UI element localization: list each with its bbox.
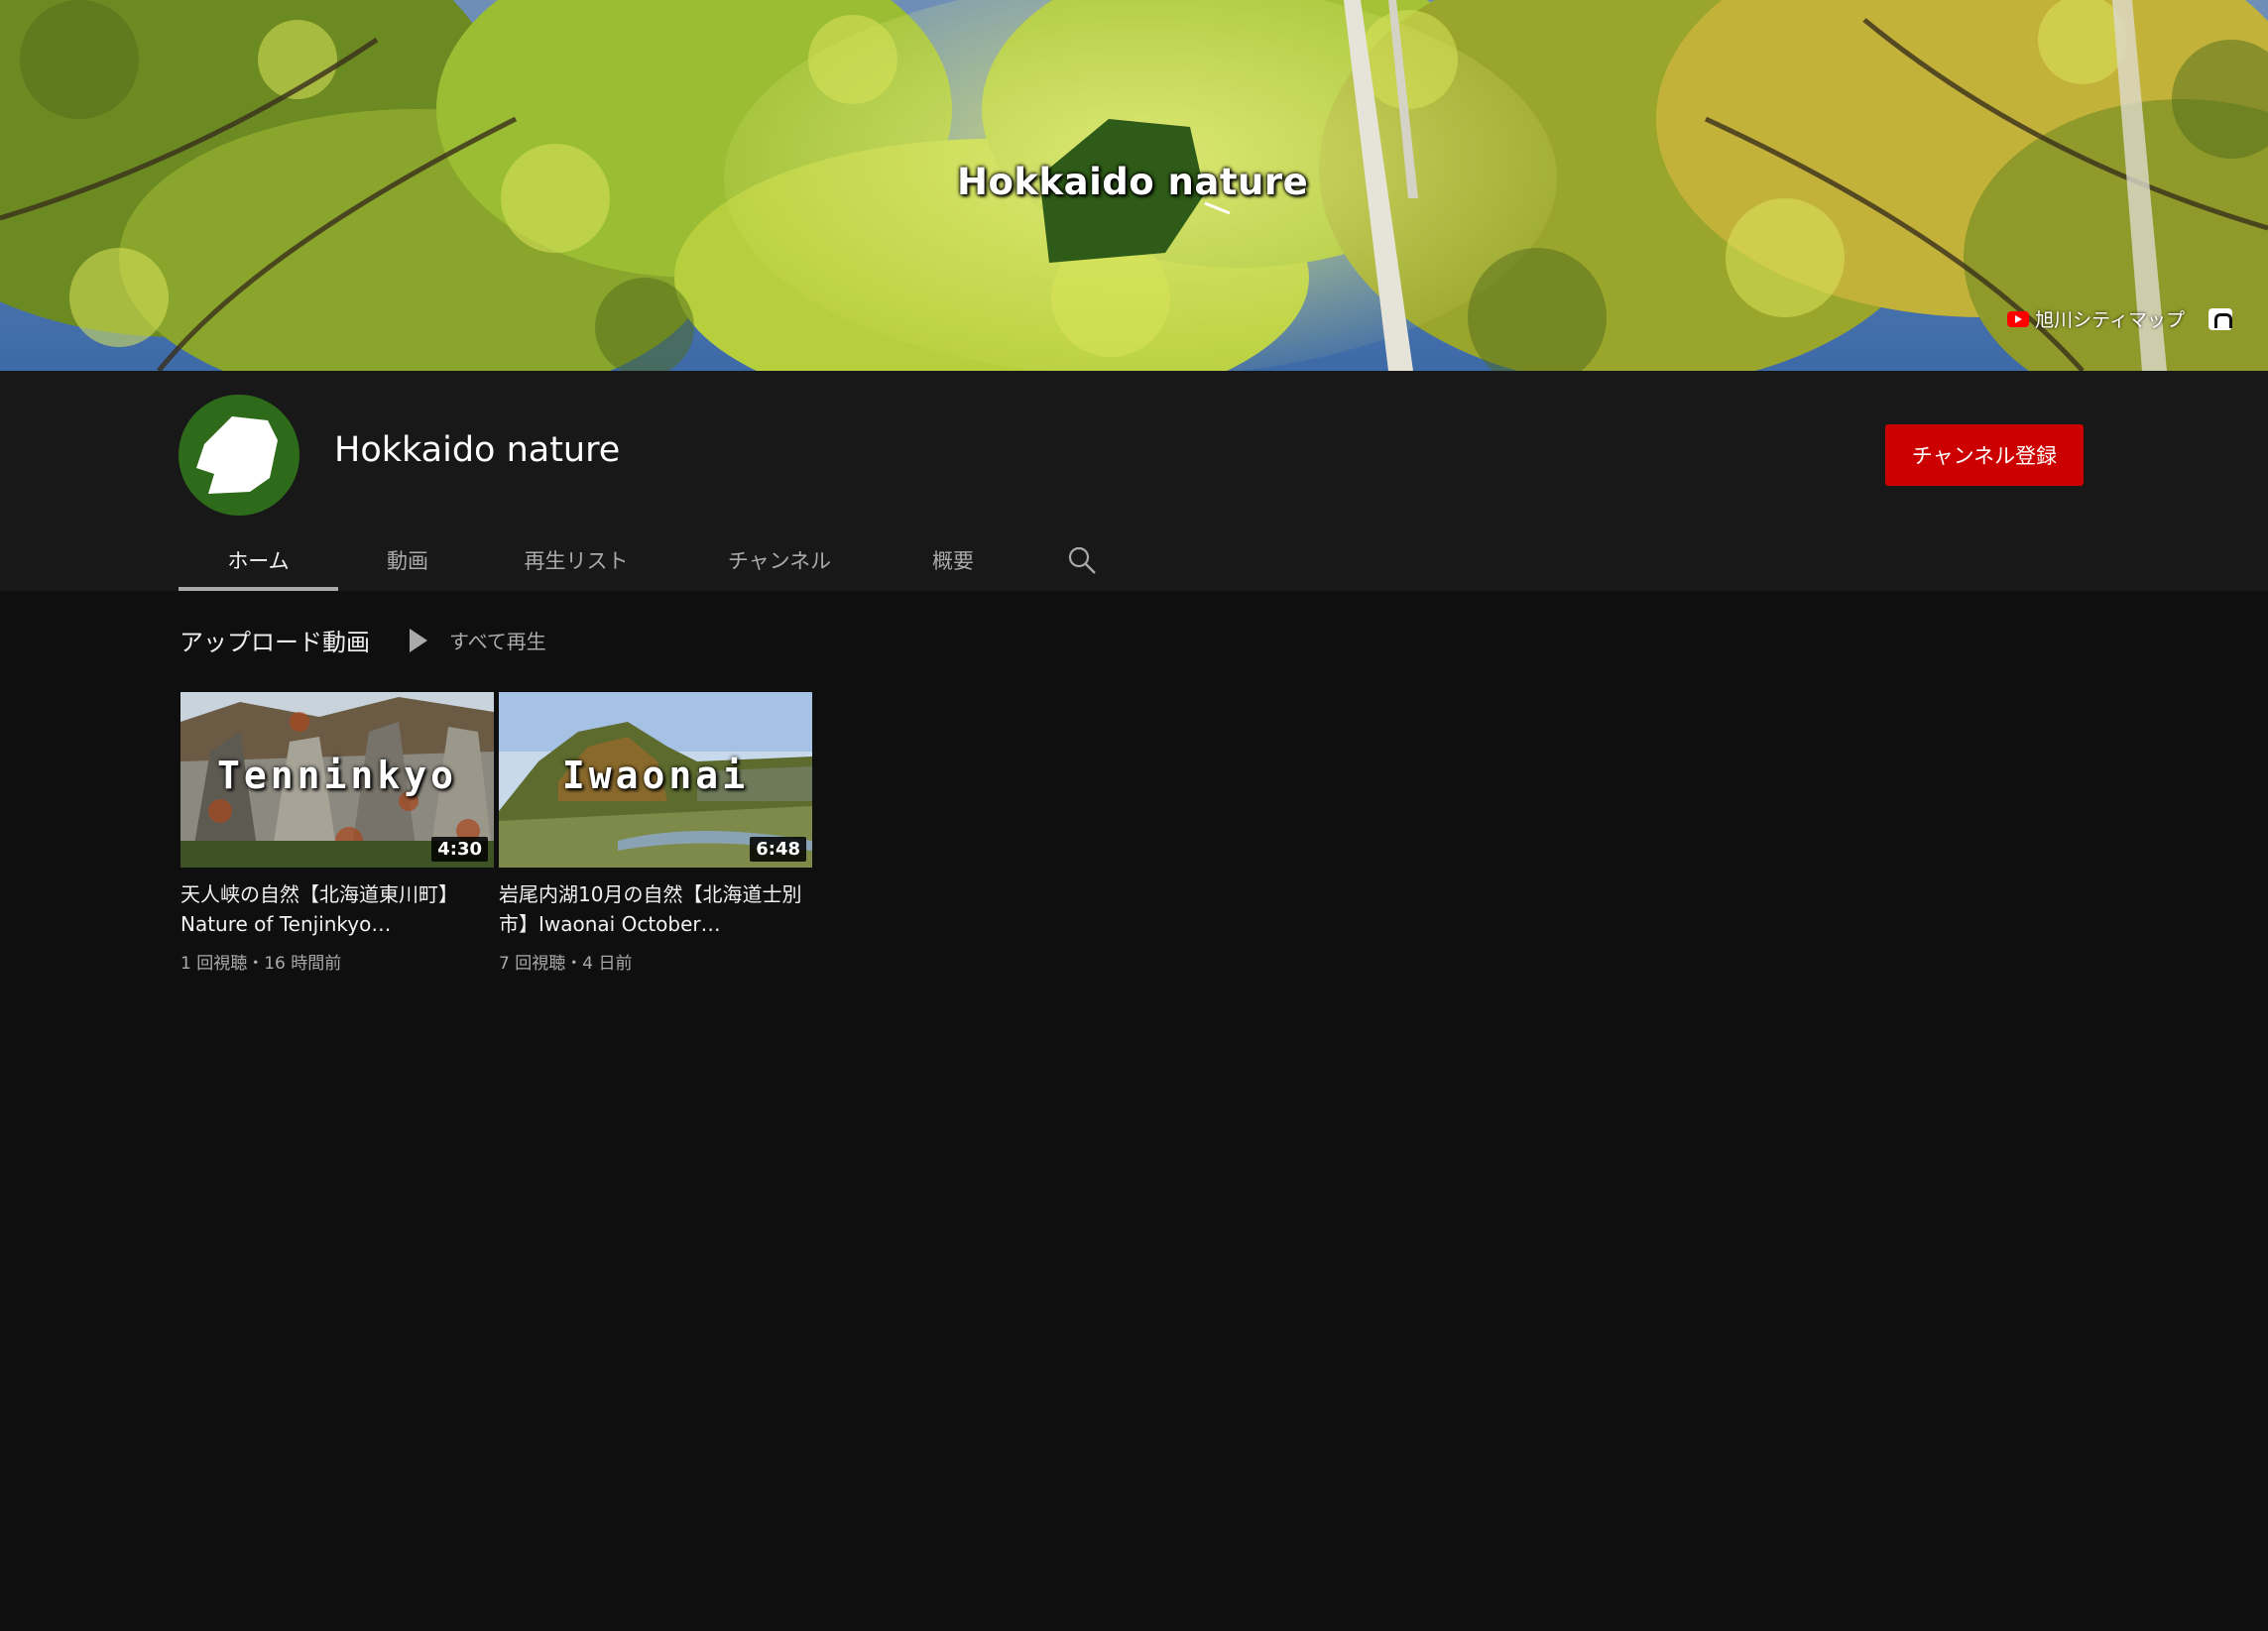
hokkaido-map-icon (196, 416, 278, 494)
banner-link[interactable]: 旭川シティマップ (2007, 305, 2185, 332)
youtube-icon (2007, 310, 2030, 327)
video-title[interactable]: 天人峡の自然【北海道東川町】Nature of Tenjinkyo… (180, 879, 494, 939)
channel-avatar[interactable] (179, 395, 299, 516)
play-all-button[interactable]: すべて再生 (410, 626, 546, 654)
subscribe-button[interactable]: チャンネル登録 (1885, 424, 2084, 486)
banner-link-label: 旭川シティマップ (2035, 309, 2185, 331)
video-title[interactable]: 岩尾内湖10月の自然【北海道士別市】Iwaonai October… (499, 879, 812, 939)
tab-search[interactable] (1052, 529, 1112, 591)
tab-videos[interactable]: 動画 (338, 529, 477, 591)
tab-playlists[interactable]: 再生リスト (477, 529, 675, 591)
section-title[interactable]: アップロード動画 (179, 623, 370, 657)
tab-channels[interactable]: チャンネル (675, 529, 884, 591)
banner-title: Hokkaido nature (957, 161, 1309, 203)
tab-home[interactable]: ホーム (179, 529, 338, 591)
channel-header: Hokkaido nature チャンネル登録 ホーム 動画 再生リスト チャン… (0, 371, 2268, 591)
play-all-label: すべて再生 (449, 630, 546, 653)
tab-about[interactable]: 概要 (884, 529, 1022, 591)
play-icon (410, 628, 427, 652)
thumbnail-title-text: Tenninkyo (217, 754, 457, 797)
video-duration: 4:30 (431, 837, 488, 862)
video-meta: 7 回視聴・4 日前 (499, 954, 633, 974)
video-thumbnail[interactable]: Tenninkyo 4:30 (180, 692, 494, 868)
video-meta: 1 回視聴・16 時間前 (180, 954, 342, 974)
video-card[interactable]: Tenninkyo 4:30 天人峡の自然【北海道東川町】Nature of T… (180, 692, 494, 974)
social-link-icon[interactable] (2208, 307, 2232, 330)
channel-banner: Hokkaido nature 旭川シティマップ (0, 0, 2268, 371)
video-thumbnail[interactable]: Iwaonai 6:48 (499, 692, 812, 868)
uploads-section-header: アップロード動画 すべて再生 (179, 623, 546, 657)
video-card[interactable]: Iwaonai 6:48 岩尾内湖10月の自然【北海道士別市】Iwaonai O… (499, 692, 812, 974)
thumbnail-title-text: Iwaonai (561, 754, 750, 797)
channel-name: Hokkaido nature (334, 430, 621, 470)
channel-tabs: ホーム 動画 再生リスト チャンネル 概要 (179, 529, 1112, 591)
video-duration: 6:48 (750, 837, 806, 862)
search-icon (1068, 546, 1096, 574)
banner-links: 旭川シティマップ (2007, 305, 2232, 332)
